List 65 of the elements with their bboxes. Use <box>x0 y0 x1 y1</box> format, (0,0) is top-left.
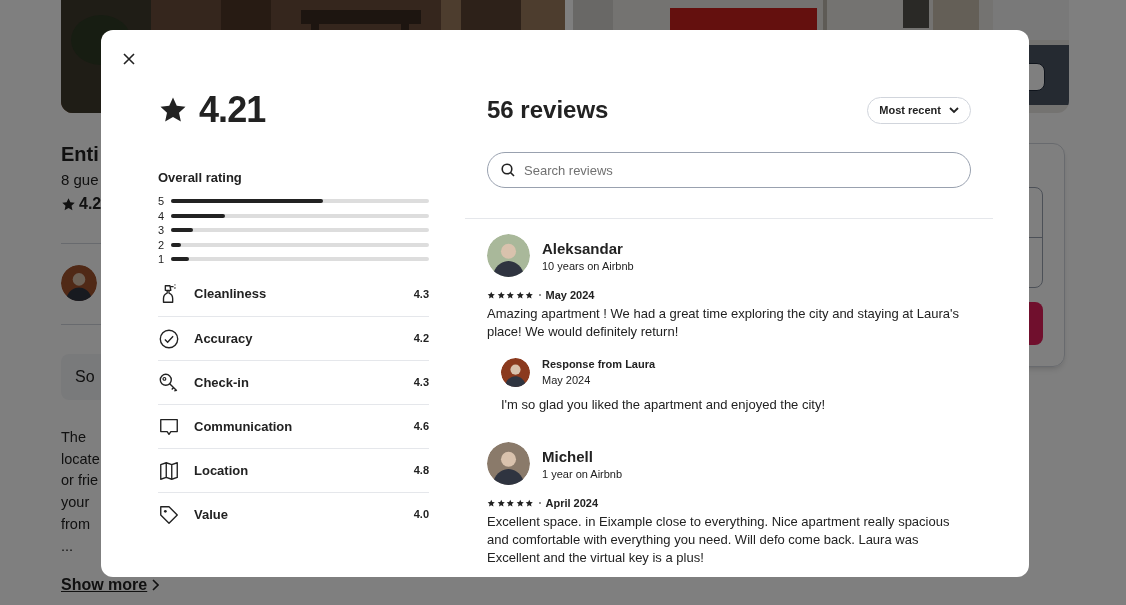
reviewer-tenure: 1 year on Airbnb <box>542 466 623 481</box>
review-date: May 2024 <box>545 287 595 303</box>
avatar <box>61 265 97 301</box>
star-icon <box>525 290 534 300</box>
description-line: from <box>61 514 90 534</box>
category-label: Accuracy <box>194 329 253 348</box>
rating-level-label: 4 <box>158 209 164 222</box>
category-score: 4.0 <box>413 507 429 523</box>
category-label: Location <box>194 461 249 480</box>
response-text: I'm so glad you liked the apartment and enjoyed the city! <box>501 396 827 414</box>
review-date: April 2024 <box>545 495 599 511</box>
key-icon <box>158 371 180 394</box>
reviewer-name: Michell <box>542 446 594 467</box>
listing-subtitle: 8 gue <box>61 170 99 190</box>
price-tag-icon <box>158 503 180 526</box>
overall-score: 4.21 <box>199 88 266 132</box>
response-date: May 2024 <box>542 373 592 388</box>
avatar <box>487 442 530 485</box>
category-score: 4.8 <box>413 463 429 479</box>
star-icon <box>61 196 76 212</box>
rating-level-label: 1 <box>158 253 164 266</box>
category-label: Check-in <box>194 373 249 392</box>
overall-rating-label: Overall rating <box>158 169 243 187</box>
category-label: Communication <box>194 417 293 436</box>
chevron-down-icon <box>949 106 959 114</box>
category-score: 4.3 <box>413 286 429 302</box>
description-line: or frie <box>61 471 99 491</box>
category-score: 4.6 <box>413 419 429 435</box>
response-title: Response from Laura <box>542 357 656 372</box>
category-label: Value <box>194 505 228 524</box>
avatar <box>487 234 530 277</box>
star-icon <box>496 498 505 508</box>
review-text: Excellent space. in Eixample close to everything. Nice apartment really spacious and comfortable with everything you need. Will defo come back. Laura was Excellent and the virtual key is a plus! <box>487 513 951 567</box>
reviewer-name: Aleksandar <box>542 238 624 259</box>
star-icon <box>487 290 496 300</box>
star-icon <box>525 498 534 508</box>
star-icon <box>506 498 515 508</box>
rating-text: 4.2 <box>79 194 102 214</box>
category-score: 4.2 <box>413 331 429 347</box>
avatar <box>501 357 530 387</box>
listing-title: Enti <box>61 142 99 167</box>
star-icon <box>496 290 505 300</box>
description-line: The <box>61 428 86 447</box>
rating-level-label: 5 <box>158 195 164 208</box>
chevron-right-icon <box>151 579 160 592</box>
map-icon <box>158 459 180 482</box>
review-text: Amazing apartment ! We had a great time exploring the city and staying at Laura's place! We would definitely return! <box>487 305 960 341</box>
description-line: your <box>61 493 90 513</box>
show-more-link[interactable]: Show more <box>61 573 160 598</box>
category-label: Cleanliness <box>194 285 267 304</box>
highlight-text: So <box>75 367 95 387</box>
description-line: ... <box>61 536 74 556</box>
category-score: 4.3 <box>413 375 429 391</box>
reviews-title: 56 reviews <box>487 95 609 125</box>
search-icon <box>501 163 515 177</box>
star-icon <box>515 290 524 300</box>
rating-level-label: 3 <box>158 224 164 237</box>
reviewer-tenure: 10 years on Airbnb <box>542 258 634 273</box>
checkmark-circle-icon <box>158 327 180 350</box>
search-field[interactable]: Search reviews <box>487 152 971 188</box>
star-icon <box>506 290 515 300</box>
star-icon <box>487 498 496 508</box>
rating-level-label: 2 <box>158 238 164 251</box>
description-line: locate <box>61 449 100 469</box>
star-icon <box>515 498 524 508</box>
